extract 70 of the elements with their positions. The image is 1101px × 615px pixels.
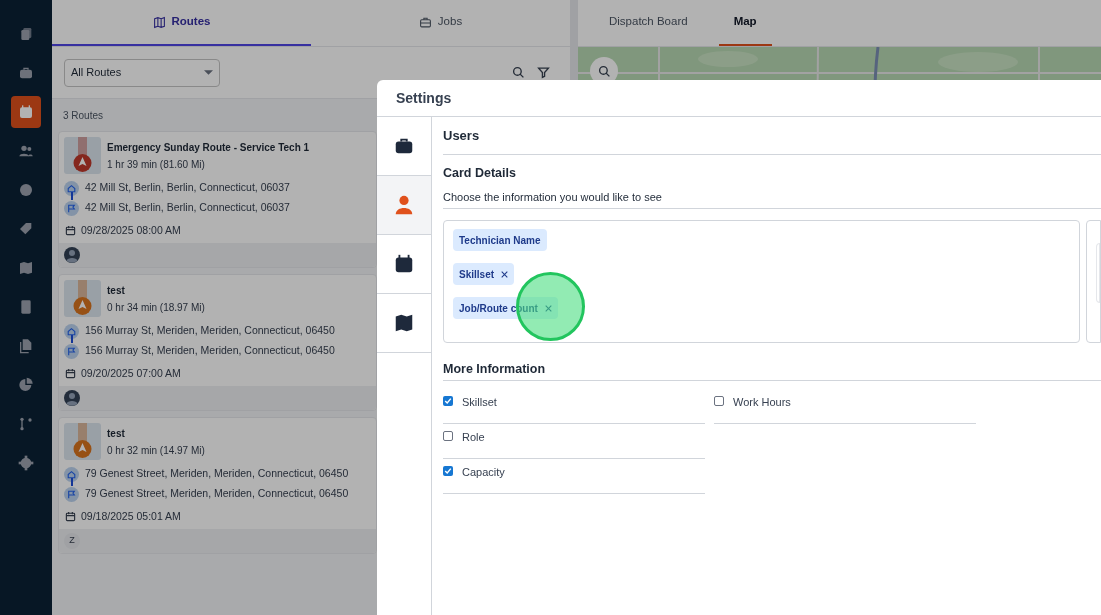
avatar-initial: Z [64, 533, 80, 549]
home-icon [64, 323, 79, 339]
map-icon [393, 312, 415, 334]
filter-icon[interactable] [537, 66, 550, 79]
route-title: test [107, 426, 126, 441]
option-label: Role [462, 430, 485, 445]
panel-tab[interactable]: Jobs [311, 0, 570, 46]
more-information-heading: More Information [443, 360, 1101, 381]
chip-label: Skillset [459, 267, 495, 282]
flag-icon [64, 200, 79, 216]
tag-icon [18, 221, 34, 237]
calendar-icon [65, 225, 76, 236]
card-details-heading: Card Details [443, 165, 517, 182]
nav-item[interactable] [11, 96, 41, 128]
route-date: 09/18/2025 05:01 AM [81, 508, 181, 524]
option-label: Skillset [462, 395, 497, 410]
route-card[interactable]: test 0 hr 32 min (14.97 Mi) 79 Genest Street, Meriden, Meriden, Connecticut, 06450 79 Genest Street, Meriden, Meriden, Connecticut, 06450 09/18/2025 05:01 AM Z [58, 417, 377, 554]
end-address: 156 Murray St, Meriden, Meriden, Connecticut, 06450 [85, 343, 335, 359]
search-icon[interactable] [512, 66, 525, 79]
end-address: 42 Mill St, Berlin, Berlin, Connecticut, 06037 [85, 200, 290, 216]
route-thumbnail-icon [64, 280, 101, 317]
calendar-icon [65, 368, 76, 379]
option-label: Work Hours [733, 395, 791, 410]
route-thumbnail-icon [64, 423, 101, 460]
flag-icon [64, 486, 79, 502]
route-duration: 0 hr 34 min (18.97 Mi) [107, 300, 205, 315]
route-date: 09/28/2025 08:00 AM [81, 222, 181, 238]
dialog-title: Settings [377, 80, 1101, 117]
briefcase-icon [18, 65, 34, 81]
branch-icon [18, 416, 34, 432]
start-address: 156 Murray St, Meriden, Meriden, Connecticut, 06450 [85, 323, 335, 339]
option-label: Capacity [462, 465, 505, 480]
briefcase-icon [418, 15, 432, 29]
route-duration: 1 hr 39 min (81.60 Mi) [107, 157, 206, 172]
pie-chart-icon [18, 377, 34, 393]
route-thumbnail-icon [64, 137, 101, 174]
avatar-icon [64, 247, 80, 263]
route-title: Emergency Sunday Route - Service Tech 1 [107, 140, 310, 155]
person-icon [393, 194, 415, 216]
remove-icon[interactable] [501, 270, 509, 278]
route-title: test [107, 283, 126, 298]
caret-icon [204, 70, 213, 75]
route-duration: 0 hr 32 min (14.97 Mi) [107, 443, 205, 458]
section-title: Users [443, 117, 1101, 155]
calendar-icon [18, 104, 34, 120]
home-icon [64, 466, 79, 482]
card-details-hint: Choose the information you would like to see [443, 188, 1101, 210]
end-address: 79 Genest Street, Meriden, Meriden, Connecticut, 06450 [85, 486, 349, 502]
users-icon [18, 143, 34, 159]
calendar-icon [393, 253, 415, 275]
checkbox[interactable] [443, 431, 453, 441]
map-icon [18, 260, 34, 276]
start-address: 79 Genest Street, Meriden, Meriden, Connecticut, 06450 [85, 466, 349, 482]
flag-icon [64, 343, 79, 359]
clipboard-icon [18, 26, 34, 42]
view-tab[interactable]: Dispatch Board [594, 0, 703, 46]
calendar-icon [65, 511, 76, 522]
start-address: 42 Mill St, Berlin, Berlin, Connecticut, 06037 [85, 180, 290, 196]
chip-label: Technician Name [459, 233, 541, 248]
home-icon [64, 180, 79, 196]
filter-value: All Routes [71, 65, 122, 81]
documents-icon [18, 338, 34, 354]
route-date: 09/20/2025 07:00 AM [81, 365, 181, 381]
checkbox[interactable] [714, 396, 724, 406]
map-icon [152, 15, 166, 29]
avatar-icon [64, 390, 80, 406]
route-filter-dropdown[interactable]: All Routes [64, 58, 220, 87]
route-card[interactable]: test 0 hr 34 min (18.97 Mi) 156 Murray St, Meriden, Meriden, Connecticut, 06450 156 Murray St, Meriden, Meriden, Connecticut, 06450 09/20/2025 07:00 AM [58, 274, 377, 411]
search-icon [597, 64, 611, 78]
route-card[interactable]: Emergency Sunday Route - Service Tech 1 1 hr 39 min (81.60 Mi) 42 Mill St, Berlin, Berlin, Connecticut, 06037 42 Mill St, Berlin, Berlin, Connecticut, 06037 09/28/2025 08:00 AM [58, 131, 377, 268]
